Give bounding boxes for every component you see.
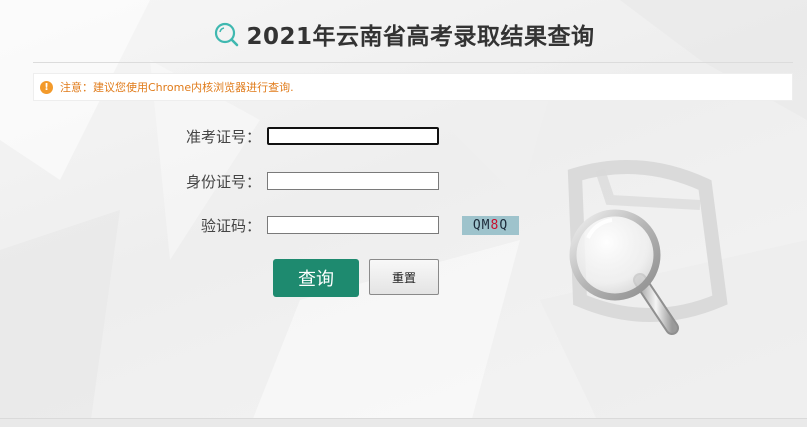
magnifier-illustration [569,209,679,335]
exam-number-input[interactable] [267,127,439,145]
exclamation-icon: ! [40,80,53,94]
id-number-label: 身份证号： [185,172,261,191]
captcha-row: 验证码： [150,214,439,236]
captcha-image[interactable]: Q M 8 Q [462,216,519,235]
exam-number-label: 准考证号： [185,127,261,146]
page-header: 2021年云南省高考录取结果查询 [0,14,807,54]
page-title: 2021年云南省高考录取结果查询 [246,24,595,50]
title-divider [33,62,793,63]
query-button[interactable]: 查询 [273,259,359,297]
captcha-char: Q [472,218,482,233]
captcha-label: 验证码： [200,216,261,235]
captcha-input[interactable] [267,216,439,234]
browser-notice: ! 注意：建议您使用Chrome内核浏览器进行查询. [33,73,793,101]
id-number-input[interactable] [267,172,439,190]
captcha-char: M [481,218,491,233]
reset-button[interactable]: 重置 [369,259,439,295]
captcha-char: 8 [490,218,500,233]
id-number-row: 身份证号： [150,170,439,192]
search-icon [215,22,239,47]
captcha-char: Q [499,218,509,233]
notice-text: 注意：建议您使用Chrome内核浏览器进行查询. [60,81,294,94]
exam-number-row: 准考证号： [150,125,439,147]
